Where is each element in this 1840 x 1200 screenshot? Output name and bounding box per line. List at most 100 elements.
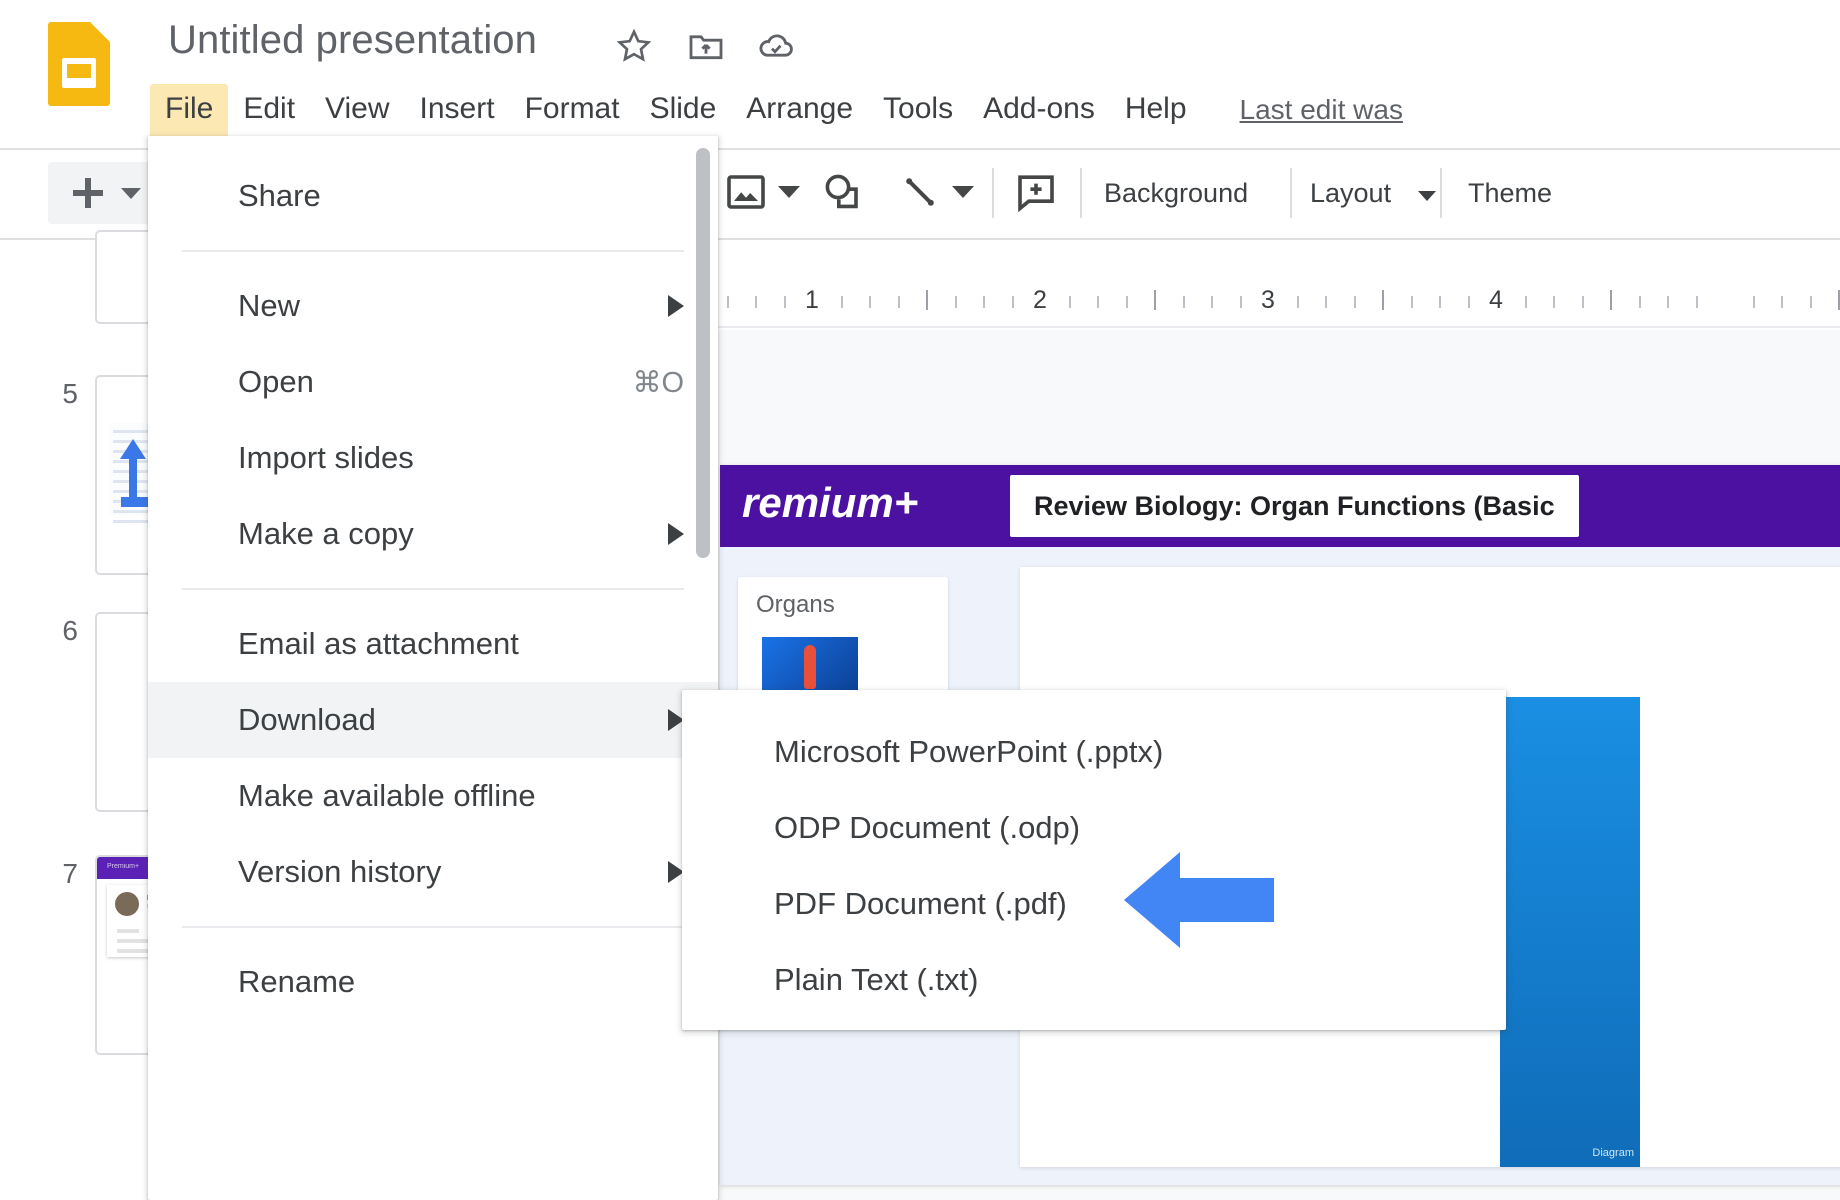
brand-label: remium+ — [742, 479, 919, 526]
menu-tools[interactable]: Tools — [868, 84, 968, 136]
menu-divider — [182, 926, 684, 928]
horizontal-ruler[interactable]: 1 2 3 4 — [702, 282, 1840, 328]
avatar — [115, 892, 139, 916]
menu-scrollbar-thumb[interactable] — [696, 148, 710, 558]
title-bar: Untitled presentation File Edit View Ins… — [0, 0, 1840, 148]
menu-divider — [182, 250, 684, 252]
ruler-tick — [954, 296, 957, 308]
menu-slide[interactable]: Slide — [635, 84, 732, 136]
ruler-number: 4 — [1489, 286, 1503, 314]
menu-item-label: Rename — [238, 964, 356, 999]
image-caption: Diagram — [1592, 1147, 1634, 1159]
chevron-down-icon[interactable] — [121, 187, 141, 199]
submenu-item-txt[interactable]: Plain Text (.txt) — [682, 942, 1506, 1018]
menu-item-open[interactable]: Open ⌘O — [148, 344, 718, 420]
menu-item-import-slides[interactable]: Import slides — [148, 420, 718, 496]
menu-file[interactable]: File — [150, 84, 229, 136]
ruler-tick — [1011, 296, 1014, 308]
menu-item-make-available-offline[interactable]: Make available offline — [148, 758, 718, 834]
insert-image-icon[interactable] — [722, 168, 770, 216]
toolbar-divider — [1440, 168, 1442, 218]
cloud-saved-icon[interactable] — [756, 26, 796, 66]
submenu-item-label: Plain Text (.txt) — [774, 962, 979, 997]
toolbar-divider — [992, 168, 994, 218]
menu-item-label: Make available offline — [238, 778, 536, 813]
organs-card-caption: Organs — [756, 591, 835, 618]
file-menu-dropdown[interactable]: Share New Open ⌘O Import slides Make a c… — [148, 136, 718, 1200]
menu-item-label: Make a copy — [238, 516, 414, 551]
line-options-chevron-down-icon[interactable] — [952, 186, 974, 198]
star-icon[interactable] — [614, 26, 654, 66]
menu-insert[interactable]: Insert — [405, 84, 510, 136]
slide-number: 5 — [62, 378, 78, 409]
menu-view[interactable]: View — [310, 84, 404, 136]
menu-edit[interactable]: Edit — [228, 84, 310, 136]
blue-pointer-arrow-icon — [1124, 848, 1274, 952]
menu-add-ons[interactable]: Add-ons — [968, 84, 1110, 136]
layout-chevron-down-icon[interactable] — [1418, 191, 1436, 201]
slide-image-block: Diagram — [1500, 697, 1640, 1167]
menu-item-shortcut: ⌘O — [632, 366, 684, 399]
theme-button[interactable]: Theme — [1468, 178, 1552, 209]
last-edit-status[interactable]: Last edit was — [1240, 94, 1403, 126]
ruler-tick — [755, 296, 757, 308]
toolbar-divider — [1290, 168, 1292, 218]
slide-number: 7 — [62, 858, 78, 889]
ruler-tick — [1439, 296, 1441, 308]
menu-bar: File Edit View Insert Format Slide Arran… — [150, 84, 1403, 136]
ruler-tick — [983, 296, 985, 308]
ruler-tick — [1638, 296, 1641, 308]
menu-item-label: Version history — [238, 854, 442, 889]
menu-item-version-history[interactable]: Version history — [148, 834, 718, 910]
menu-help[interactable]: Help — [1110, 84, 1202, 136]
ruler-tick — [1097, 296, 1099, 308]
menu-divider — [182, 588, 684, 590]
insert-line-icon[interactable] — [896, 168, 944, 216]
ruler-number: 2 — [1033, 286, 1047, 314]
menu-item-label: Email as attachment — [238, 626, 519, 661]
menu-item-email-as-attachment[interactable]: Email as attachment — [148, 606, 718, 682]
menu-item-share[interactable]: Share — [148, 158, 718, 234]
submenu-item-label: Microsoft PowerPoint (.pptx) — [774, 734, 1164, 769]
menu-item-new[interactable]: New — [148, 268, 718, 344]
ruler-number: 3 — [1261, 286, 1275, 314]
ruler-tick — [1581, 296, 1584, 308]
submenu-item-pdf[interactable]: PDF Document (.pdf) — [682, 866, 1506, 942]
ruler-tick — [869, 296, 871, 308]
ruler-tick — [1410, 296, 1413, 308]
ruler-tick — [1695, 296, 1698, 308]
submenu-arrow-icon — [668, 295, 684, 317]
ruler-tick — [1781, 296, 1783, 308]
document-title[interactable]: Untitled presentation — [168, 18, 537, 63]
ruler-tick — [1524, 296, 1527, 308]
insert-shape-icon[interactable] — [818, 168, 866, 216]
menu-arrange[interactable]: Arrange — [731, 84, 868, 136]
menu-item-download[interactable]: Download — [148, 682, 718, 758]
ruler-tick — [1353, 296, 1356, 308]
ruler-tick — [1211, 296, 1213, 308]
menu-format[interactable]: Format — [510, 84, 635, 136]
submenu-item-pptx[interactable]: Microsoft PowerPoint (.pptx) — [682, 714, 1506, 790]
background-button[interactable]: Background — [1104, 178, 1248, 209]
ruler-tick — [1154, 290, 1156, 310]
layout-button[interactable]: Layout — [1310, 178, 1391, 209]
ruler-tick — [1667, 296, 1669, 308]
slide-title-text: Review Biology: Organ Functions (Basic — [1034, 490, 1555, 521]
insert-comment-icon[interactable] — [1012, 168, 1060, 216]
download-submenu[interactable]: Microsoft PowerPoint (.pptx) ODP Documen… — [682, 690, 1506, 1030]
menu-item-make-a-copy[interactable]: Make a copy — [148, 496, 718, 572]
ruler-tick — [897, 296, 900, 308]
menu-item-label: Open — [238, 364, 314, 399]
move-to-folder-icon[interactable] — [686, 26, 726, 66]
menu-item-label: New — [238, 288, 301, 323]
submenu-arrow-icon — [668, 523, 684, 545]
slide-banner: remium+ Review Biology: Organ Functions … — [720, 465, 1840, 547]
thumbnail-row — [117, 929, 139, 933]
ruler-tick — [1239, 296, 1242, 308]
submenu-item-odp[interactable]: ODP Document (.odp) — [682, 790, 1506, 866]
menu-item-rename[interactable]: Rename — [148, 944, 718, 1020]
google-slides-window: Untitled presentation File Edit View Ins… — [0, 0, 1840, 1200]
ruler-tick — [1610, 290, 1612, 310]
ruler-tick — [783, 296, 786, 308]
image-options-chevron-down-icon[interactable] — [778, 186, 800, 198]
